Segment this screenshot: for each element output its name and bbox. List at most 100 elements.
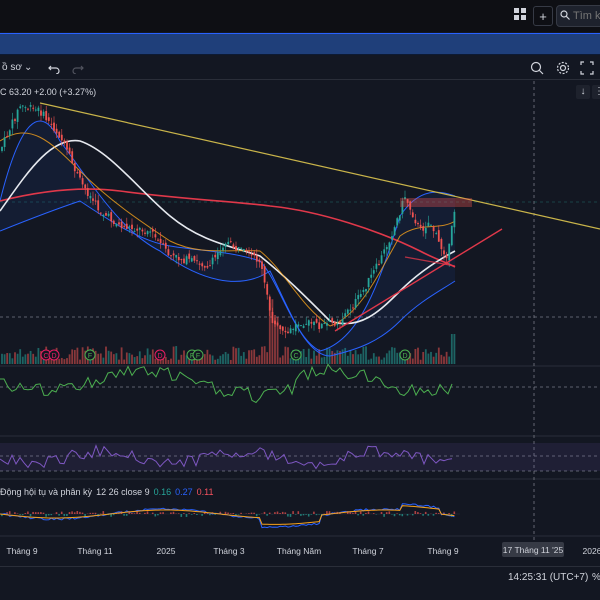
volume-bar — [131, 354, 133, 364]
candle-body — [89, 195, 92, 199]
volume-bar — [357, 354, 360, 364]
macd-bar — [193, 513, 196, 514]
macd-bar — [19, 514, 21, 515]
scroll-down-icon[interactable]: ↓ — [576, 85, 590, 99]
candle-body — [167, 249, 170, 256]
macd-bar — [424, 511, 427, 514]
macd-value-1: 0.16 — [153, 487, 172, 497]
grid-icon[interactable] — [510, 6, 530, 26]
volume-bar — [154, 358, 157, 364]
candle-body — [443, 250, 445, 255]
macd-bar — [196, 514, 198, 516]
volume-bar — [71, 349, 74, 364]
time-axis-label: 2026 — [583, 546, 600, 556]
candle-body — [424, 228, 427, 234]
fullscreen-icon[interactable] — [580, 59, 594, 77]
volume-bar — [419, 359, 422, 364]
macd-bar — [55, 512, 58, 514]
volume-bar — [224, 351, 227, 364]
volume-bar — [305, 357, 308, 364]
volume-bar — [118, 359, 120, 364]
macd-bar — [302, 514, 305, 516]
volume-bar — [11, 358, 14, 364]
macd-bar — [172, 511, 175, 514]
macd-bar — [279, 513, 281, 514]
macd-bar — [268, 512, 271, 514]
volume-bar — [138, 351, 141, 364]
candle-body — [24, 107, 27, 109]
search-input[interactable] — [573, 10, 600, 22]
candle-body — [341, 319, 344, 326]
candle-body — [110, 212, 113, 222]
candle-body — [97, 200, 100, 211]
chart-area[interactable]: CDFDFFCD Tháng 9 Tháng 11 2025 Tháng 3 Tháng… — [0, 81, 600, 567]
volume-bar — [430, 351, 432, 364]
macd-bar — [185, 514, 188, 517]
clock[interactable]: 14:25:31 (UTC+7) — [508, 572, 588, 583]
volume-bar — [167, 359, 170, 364]
candle-body — [188, 253, 191, 259]
candle-body — [419, 224, 422, 228]
candle-body — [63, 140, 66, 143]
volume-bar — [302, 348, 305, 364]
volume-bar — [34, 356, 37, 364]
redo-icon[interactable] — [72, 59, 84, 77]
candle-body — [432, 226, 435, 232]
macd-bar — [310, 514, 313, 515]
volume-bar — [149, 354, 152, 364]
volume-bar — [21, 356, 24, 364]
volume-bar — [214, 359, 217, 364]
macd-bar — [177, 513, 180, 514]
macd-bar — [201, 514, 203, 516]
candle-body — [58, 131, 61, 138]
candle-body — [222, 247, 224, 251]
macd-bar — [385, 512, 388, 514]
macd-bar — [263, 511, 266, 514]
volume-bar — [352, 354, 354, 364]
undo-icon[interactable] — [48, 59, 60, 77]
candle-body — [211, 257, 214, 265]
candle-body — [37, 107, 40, 112]
zoom-settings-icon[interactable] — [530, 59, 544, 77]
macd-bar — [367, 511, 370, 514]
candle-body — [185, 256, 188, 265]
volume-bar — [258, 355, 261, 364]
volume-bar — [453, 334, 456, 364]
volume-bar — [362, 346, 365, 364]
candle-body — [115, 223, 118, 227]
macd-bar — [250, 512, 253, 514]
volume-bar — [227, 353, 230, 364]
candle-body — [248, 251, 250, 253]
macd-bar — [60, 511, 63, 514]
volume-bar — [349, 350, 352, 364]
percent-toggle[interactable]: % — [592, 572, 600, 583]
candle-body — [21, 105, 24, 107]
candle-body — [92, 198, 94, 201]
candle-body — [81, 178, 84, 185]
candle-body — [133, 230, 136, 232]
volume-bar — [372, 353, 375, 364]
candle-body — [68, 147, 71, 154]
volume-bar — [123, 359, 126, 364]
price-zone[interactable] — [400, 198, 472, 207]
pane-menu-icon[interactable]: ⋮ — [592, 85, 600, 99]
gear-icon[interactable] — [556, 59, 570, 77]
candle-body — [162, 243, 165, 245]
volume-bar — [385, 353, 388, 364]
candle-body — [198, 263, 201, 265]
volume-bar — [112, 354, 115, 364]
volume-bar — [323, 356, 326, 364]
candle-body — [344, 313, 347, 317]
volume-bar — [263, 346, 266, 364]
macd-bar — [427, 514, 430, 516]
plus-icon[interactable]: + — [533, 6, 553, 26]
candle-body — [388, 242, 391, 250]
chevron-down-icon[interactable]: ⌄ — [24, 59, 32, 77]
macd-bar — [229, 513, 232, 514]
volume-bar — [63, 359, 66, 364]
volume-bar — [102, 357, 105, 364]
candle-body — [398, 215, 401, 221]
chart-type-label[interactable]: ồ sơ — [2, 59, 22, 77]
resistance-trendline[interactable] — [39, 102, 600, 230]
search-box[interactable] — [556, 5, 600, 27]
